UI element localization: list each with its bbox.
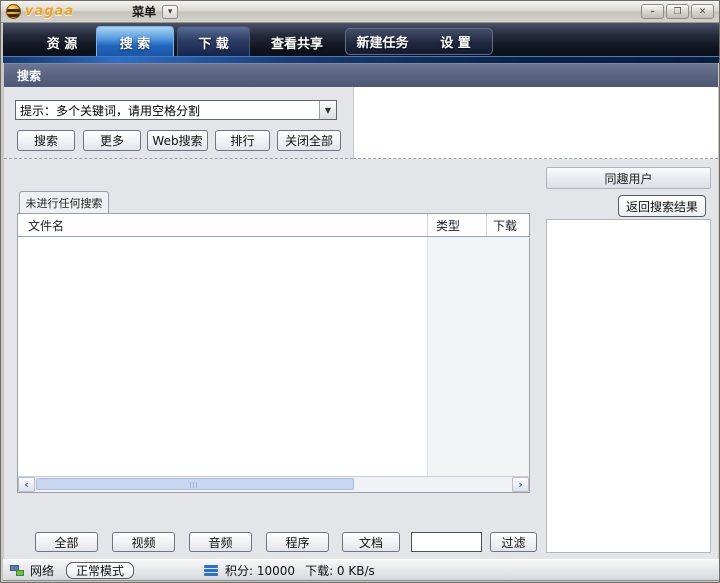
results-table: 文件名 类型 下载 ‹ › (17, 213, 530, 493)
network-label: 网络 (30, 562, 54, 579)
search-button[interactable]: 搜索 (17, 130, 75, 151)
column-header-download[interactable]: 下载 (486, 214, 529, 236)
close-button[interactable]: ✕ (691, 4, 714, 19)
maximize-button[interactable]: ❐ (666, 4, 689, 19)
search-side-panel (353, 87, 718, 159)
scroll-left-icon[interactable]: ‹ (18, 477, 35, 492)
menu-button[interactable]: 菜单 (132, 3, 156, 20)
similar-users-list (546, 219, 711, 553)
results-table-body (18, 237, 529, 476)
points-value: 积分: 10000 (225, 562, 295, 579)
main-tabbar: 资 源 搜 索 下 载 查看共享 新建任务 设 置 (3, 23, 719, 63)
type-download-column-shade (427, 237, 529, 476)
app-name: vagaa (25, 4, 74, 19)
filter-all-button[interactable]: 全部 (35, 532, 98, 552)
filter-keyword-input[interactable] (411, 532, 482, 552)
points-icon (204, 565, 218, 576)
more-button[interactable]: 更多 (83, 130, 141, 151)
tab-resources[interactable]: 资 源 (29, 28, 95, 56)
titlebar: vagaa 菜单 ▾ – ❐ ✕ (1, 1, 719, 23)
download-speed-value: 下载: 0 KB/s (305, 562, 375, 579)
search-section-header: 搜索 (4, 63, 718, 87)
back-to-results-button[interactable]: 返回搜索结果 (618, 195, 706, 217)
filter-program-button[interactable]: 程序 (266, 532, 329, 552)
tab-view-shared[interactable]: 查看共享 (261, 28, 333, 56)
minimize-button[interactable]: – (641, 4, 664, 19)
menu-dropdown-icon[interactable]: ▾ (162, 5, 178, 19)
ranking-button[interactable]: 排行 (215, 130, 270, 151)
mode-button[interactable]: 正常模式 (66, 562, 134, 579)
combobox-arrow-icon[interactable]: ▼ (319, 101, 336, 119)
horizontal-scrollbar[interactable]: ‹ › (18, 476, 529, 492)
column-header-filename[interactable]: 文件名 (18, 217, 427, 234)
filter-document-button[interactable]: 文档 (342, 532, 400, 552)
app-logo: vagaa (6, 4, 74, 19)
tabbar-accent-strip (3, 56, 719, 63)
keyword-combobox-value[interactable]: 提示：多个关键词，请用空格分割 (16, 102, 319, 119)
tab-settings[interactable]: 设 置 (419, 32, 492, 51)
similar-users-header[interactable]: 同趣用户 (546, 167, 711, 189)
scroll-right-icon[interactable]: › (512, 477, 529, 492)
wasp-logo-icon (6, 4, 21, 19)
close-all-button[interactable]: 关闭全部 (277, 130, 341, 151)
search-panel: 提示：多个关键词，请用空格分割 ▼ 搜索 更多 Web搜索 排行 关闭全部 (4, 87, 353, 159)
scrollbar-track[interactable] (35, 477, 512, 492)
network-icon (10, 564, 25, 577)
vagaa-window: vagaa 菜单 ▾ – ❐ ✕ 资 源 搜 索 下 载 查看共享 新建任务 设… (0, 0, 720, 583)
filter-apply-button[interactable]: 过滤 (490, 532, 537, 552)
column-header-type[interactable]: 类型 (427, 214, 486, 236)
keyword-combobox[interactable]: 提示：多个关键词，请用空格分割 ▼ (15, 100, 337, 120)
tab-action-group: 新建任务 设 置 (345, 28, 493, 55)
window-controls: – ❐ ✕ (641, 4, 714, 19)
scrollbar-thumb[interactable] (36, 478, 354, 490)
results-tab[interactable]: 未进行任何搜索 (19, 191, 109, 214)
filter-video-button[interactable]: 视频 (112, 532, 175, 552)
tab-search[interactable]: 搜 索 (96, 26, 174, 57)
tab-new-task[interactable]: 新建任务 (346, 32, 419, 51)
tab-download[interactable]: 下 载 (177, 26, 250, 57)
statusbar: 网络 正常模式 积分: 10000 下载: 0 KB/s (3, 559, 719, 581)
results-table-header: 文件名 类型 下载 (18, 214, 529, 237)
filter-audio-button[interactable]: 音频 (189, 532, 252, 552)
web-search-button[interactable]: Web搜索 (147, 130, 208, 151)
